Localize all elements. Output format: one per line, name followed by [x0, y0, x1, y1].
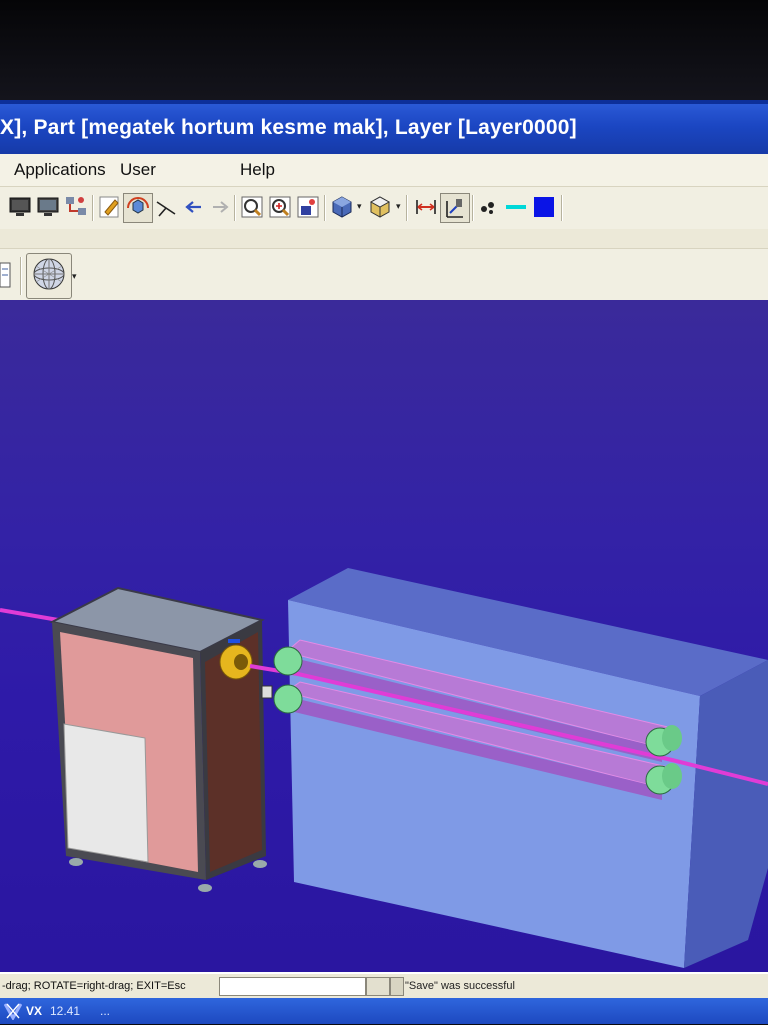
sphere-mesh-icon[interactable]: [26, 253, 72, 299]
nozzle-hole: [234, 654, 248, 670]
network-icon[interactable]: [62, 193, 90, 221]
chevron-down-icon[interactable]: ▾: [396, 201, 401, 212]
secondary-toolbar: ▾: [0, 248, 768, 303]
rotate-view-icon[interactable]: [123, 193, 153, 223]
zoom-in-icon[interactable]: [266, 193, 294, 221]
menu-help[interactable]: Help: [240, 160, 275, 180]
view-box-icon[interactable]: [294, 193, 322, 221]
menu-bar: Applications User Help: [0, 154, 768, 186]
taskbar-app-name[interactable]: VX: [26, 1004, 42, 1018]
toolbar-separator: [406, 195, 408, 221]
machine-model: [0, 568, 768, 968]
roller-end: [662, 763, 682, 789]
cabinet-panel: [63, 723, 149, 863]
app-window: X], Part [megatek hortum kesme mak], Lay…: [0, 100, 768, 1024]
toolbar-gap: [0, 229, 768, 248]
cabinet-foot: [69, 858, 83, 866]
toolbar-separator: [92, 195, 94, 221]
cabinet-foot: [253, 860, 267, 868]
fill-color-icon[interactable]: [530, 193, 558, 221]
points-icon[interactable]: [474, 193, 502, 221]
toolbar-separator: [324, 195, 326, 221]
chevron-down-icon[interactable]: ▾: [357, 201, 362, 212]
cabinet-foot: [198, 884, 212, 892]
taskbar: VX 12.41 ...: [0, 998, 768, 1024]
title-bar: X], Part [megatek hortum kesme mak], Lay…: [0, 100, 768, 154]
spinner-button-2[interactable]: [390, 977, 404, 996]
roller: [273, 646, 303, 676]
window-title: X], Part [megatek hortum kesme mak], Lay…: [0, 116, 577, 139]
arrow-right-icon[interactable]: [206, 193, 234, 221]
toolbar-separator: [20, 257, 22, 295]
zoom-fit-icon[interactable]: [238, 193, 266, 221]
status-bar: -drag; ROTATE=right-drag; EXIT=Esc "Save…: [0, 972, 768, 1000]
roller-end: [662, 725, 682, 751]
status-hint: -drag; ROTATE=right-drag; EXIT=Esc: [2, 980, 186, 992]
monitor-bezel: [0, 0, 768, 100]
spinner-button[interactable]: [366, 977, 390, 996]
main-toolbar: ▾ ▾: [0, 186, 768, 230]
chevron-down-icon[interactable]: ▾: [72, 271, 77, 282]
monitor-shaded-icon[interactable]: [34, 193, 62, 221]
menu-applications[interactable]: Applications: [14, 160, 106, 180]
cube-shaded-icon[interactable]: [328, 193, 356, 221]
cube-section-icon[interactable]: [366, 193, 394, 221]
model-viewport[interactable]: [0, 300, 768, 972]
vx-logo-icon[interactable]: [3, 1002, 23, 1022]
dimension-icon[interactable]: [412, 193, 440, 221]
status-message: "Save" was successful: [405, 980, 515, 992]
page-icon[interactable]: [0, 259, 12, 291]
measure-icon[interactable]: [440, 193, 470, 223]
toolbar-separator: [234, 195, 236, 221]
monitor-icon[interactable]: [6, 193, 34, 221]
arrow-left-icon[interactable]: [180, 193, 208, 221]
taskbar-more[interactable]: ...: [100, 1004, 110, 1018]
cabinet-label: [261, 685, 273, 699]
taskbar-version: 12.41: [50, 1004, 81, 1018]
line-color-icon[interactable]: [502, 193, 530, 221]
nozzle-marker: [228, 639, 240, 643]
roller: [273, 684, 303, 714]
menu-user[interactable]: User: [120, 160, 156, 180]
command-input[interactable]: [219, 977, 366, 996]
toolbar-separator: [561, 195, 563, 221]
axis-icon[interactable]: [152, 193, 180, 221]
edit-pencil-icon[interactable]: [96, 193, 124, 221]
